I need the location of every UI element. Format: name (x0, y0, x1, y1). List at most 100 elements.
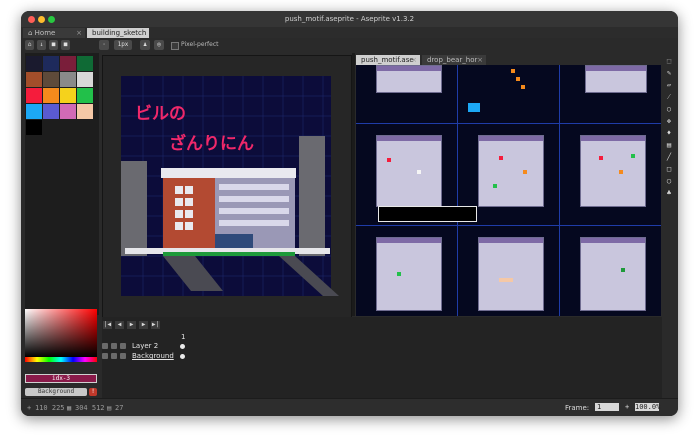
rectangle-icon[interactable]: □ (665, 165, 673, 173)
timeline-panel (102, 317, 662, 403)
palette-swatch[interactable] (77, 104, 93, 119)
first-frame-button[interactable]: |◀ (103, 321, 112, 329)
building-artwork: ビルの ざんりにん (121, 76, 339, 296)
previous-frame-button[interactable]: ◀ (115, 321, 124, 329)
palette-swatch[interactable] (43, 88, 59, 103)
selection-box[interactable] (378, 206, 477, 222)
link-icon[interactable] (120, 343, 126, 349)
palette-swatch[interactable] (60, 56, 76, 71)
room-tile (585, 65, 647, 93)
palette-swatch[interactable] (26, 88, 42, 103)
cel-marker[interactable] (180, 344, 185, 349)
tab-bar: ⌂ Home × building_sketch (21, 27, 678, 38)
editor-splitter[interactable] (352, 53, 355, 316)
close-icon[interactable]: × (477, 55, 483, 65)
pixel-perfect-checkbox[interactable] (171, 42, 179, 50)
eye-icon[interactable] (102, 343, 108, 349)
layer-row[interactable]: Background (102, 352, 186, 361)
square-icon[interactable]: ■ (61, 40, 70, 50)
palette-swatch[interactable] (77, 56, 93, 71)
frame-label: Frame: (565, 404, 590, 412)
pencil-icon[interactable]: ✎ (665, 69, 673, 77)
home-tool-icon[interactable]: ⌂ (25, 40, 34, 50)
move-icon[interactable]: ✥ (665, 117, 673, 125)
title-bar: push_motif.aseprite - Aseprite v1.3.2 (21, 11, 678, 28)
window-title: push_motif.aseprite - Aseprite v1.3.2 (284, 15, 415, 23)
brush-shape-icon[interactable]: · (99, 40, 109, 50)
color-picker[interactable] (25, 309, 97, 357)
status-bar: + 110 225 ▦ 304 512 ▤ 27 Frame: 1 + 100.… (21, 398, 678, 416)
palette-swatch[interactable] (43, 56, 59, 71)
lock-icon[interactable] (111, 343, 117, 349)
room-tile (478, 135, 544, 207)
close-icon[interactable]: × (411, 55, 417, 65)
tab-building-sketch[interactable]: building_sketch (87, 28, 149, 38)
palette-swatch[interactable] (60, 88, 76, 103)
palette-swatch[interactable] (43, 72, 59, 87)
app-window: push_motif.aseprite - Aseprite v1.3.2 ⌂ … (21, 11, 678, 416)
palette-swatch[interactable] (77, 72, 93, 87)
layer-row[interactable]: Layer 2 (102, 342, 186, 351)
size-icon: ▦ (67, 404, 72, 412)
canvas-subtitle-text: ざんりにん (169, 133, 254, 154)
frame-number: 1 (181, 333, 186, 341)
last-frame-button[interactable]: ▶| (151, 321, 160, 329)
room-tile (376, 65, 442, 93)
ellipse-icon[interactable]: ◯ (665, 177, 673, 185)
warning-icon[interactable]: ! (89, 388, 97, 396)
palette-swatch[interactable] (26, 120, 42, 135)
cel-marker[interactable] (180, 354, 185, 359)
frames-icon: ▤ (107, 404, 112, 412)
background-color-button[interactable]: Background (25, 388, 87, 396)
fill-icon[interactable]: ♦ (665, 129, 673, 137)
next-frame-button[interactable]: ▶ (139, 321, 148, 329)
marquee-icon[interactable]: ⬚ (665, 57, 673, 65)
box-icon[interactable]: ■ (49, 40, 58, 50)
room-tile (376, 135, 442, 207)
tab-drop-bear[interactable]: drop_bear_hor × (422, 55, 486, 65)
canvas-title-text: ビルの (135, 104, 186, 124)
cursor-coords: 110 225 (35, 404, 65, 412)
room-tile (478, 237, 544, 311)
brush-size-field[interactable]: 1px (114, 40, 132, 50)
eyedropper-icon[interactable]: ⁄ (665, 93, 673, 101)
sprite-size: 304 512 (75, 404, 105, 412)
cursor-icon: + (27, 404, 32, 412)
zoom-icon[interactable]: ○ (665, 105, 673, 113)
frame-field[interactable]: 1 (595, 403, 619, 411)
user-icon[interactable]: ♟ (140, 40, 150, 50)
hue-slider[interactable] (25, 357, 97, 362)
pixel-perfect-label: Pixel-perfect (181, 41, 219, 48)
sprite-canvas-building[interactable]: ビルの ざんりにん (102, 55, 352, 318)
room-tile (580, 237, 646, 311)
zoom-field[interactable]: 100.0% (635, 403, 660, 411)
tab-push-motif[interactable]: push_motif.ase × (356, 55, 420, 65)
tools-toolbar: ⬚ ✎ ▱ ⁄ ○ ✥ ♦ ▤ ╱ □ ◯ ♣ (662, 53, 676, 413)
context-toolbar: ⌂ ↓ ■ ■ · 1px ♟ ◎ Pixel-perfect (21, 38, 678, 53)
tab-home[interactable]: ⌂ Home × (23, 28, 85, 38)
close-icon[interactable]: × (76, 28, 82, 38)
palette-swatch[interactable] (26, 104, 42, 119)
eye-icon[interactable] (102, 353, 108, 359)
arrow-icon[interactable]: ↓ (37, 40, 46, 50)
play-button[interactable]: ▶ (127, 321, 136, 329)
link-icon[interactable] (120, 353, 126, 359)
palette-swatch[interactable] (43, 104, 59, 119)
gradient-icon[interactable]: ▤ (665, 141, 673, 149)
home-icon: ⌂ (28, 29, 35, 37)
palette-swatch[interactable] (77, 88, 93, 103)
palette-swatch[interactable] (26, 72, 42, 87)
line-icon[interactable]: ╱ (665, 153, 673, 161)
eraser-icon[interactable]: ▱ (665, 81, 673, 89)
settings-icon[interactable]: ◎ (154, 40, 164, 50)
frame-count: 27 (115, 404, 124, 412)
add-icon[interactable]: + (625, 403, 629, 411)
palette-panel (25, 53, 99, 315)
blur-icon[interactable]: ♣ (665, 189, 673, 197)
foreground-color-button[interactable]: idx-3 (25, 374, 97, 383)
lock-icon[interactable] (111, 353, 117, 359)
sprite-canvas-rooms[interactable] (356, 65, 661, 316)
palette-swatch[interactable] (60, 72, 76, 87)
palette-swatch[interactable] (26, 56, 42, 71)
palette-swatch[interactable] (60, 104, 76, 119)
